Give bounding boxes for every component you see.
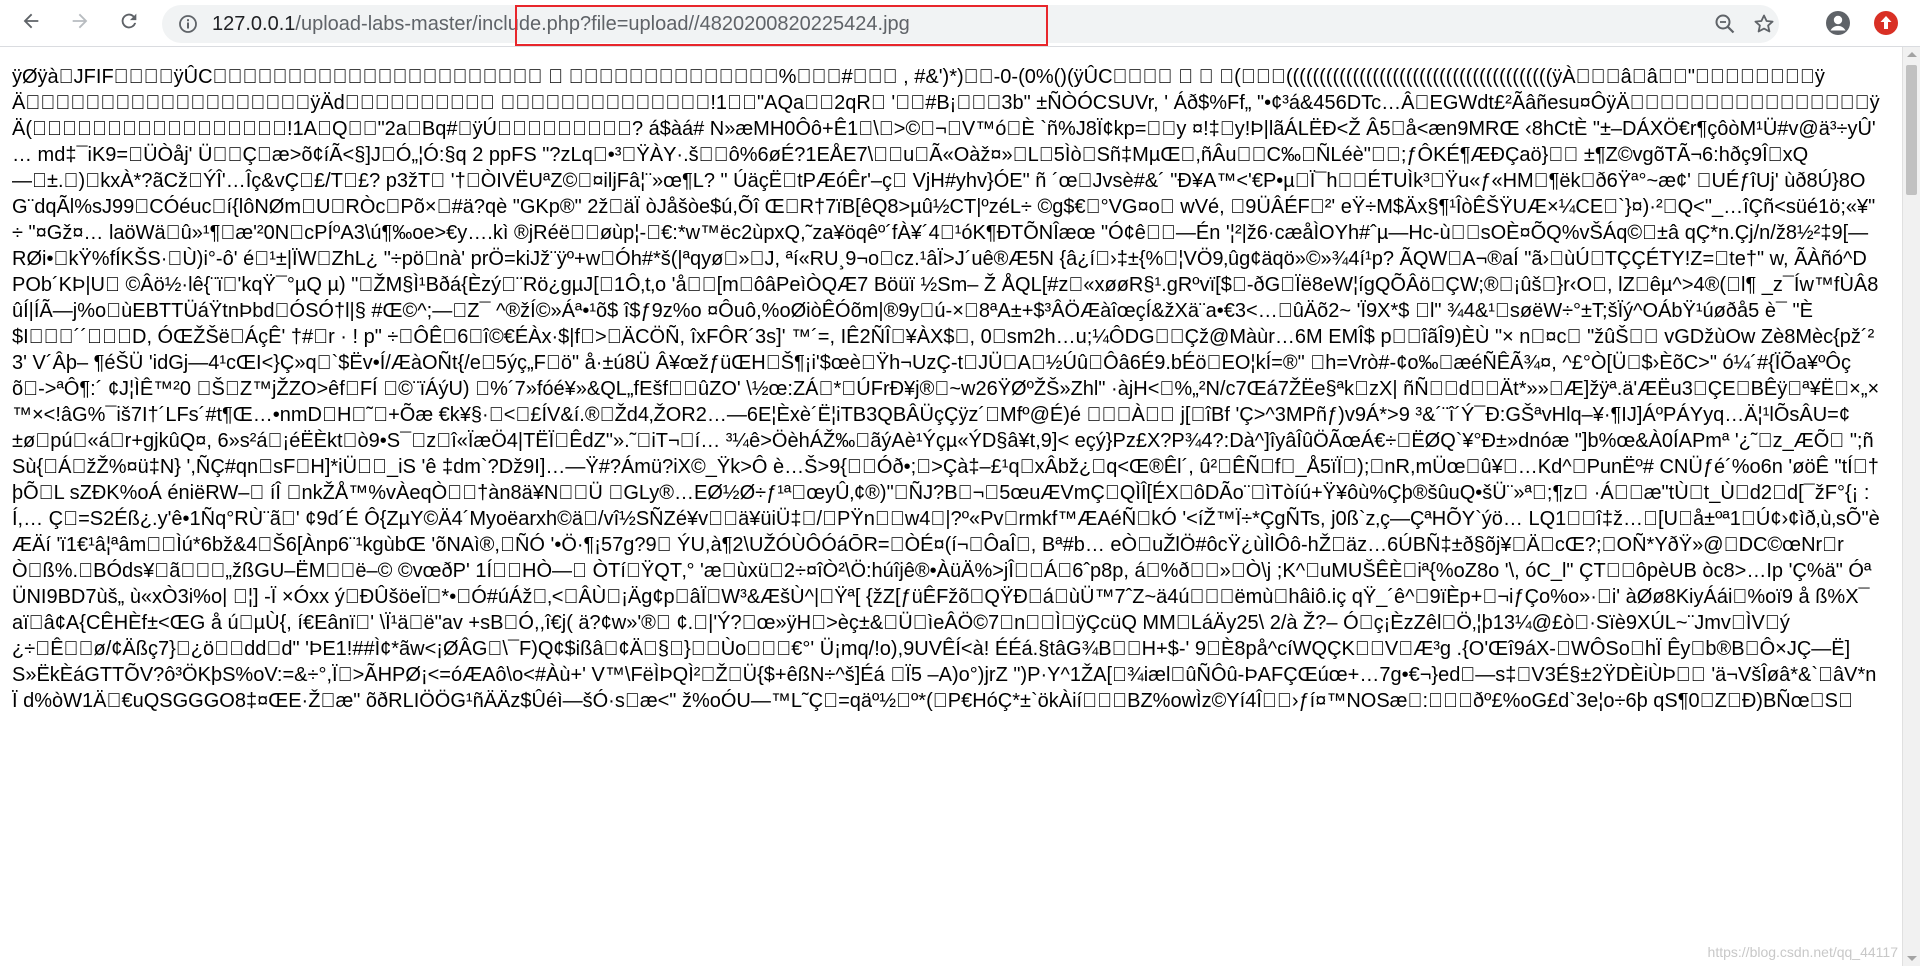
back-arrow-icon: [20, 10, 42, 36]
forward-button[interactable]: [63, 6, 97, 40]
reload-button[interactable]: [112, 6, 146, 40]
profile-icon[interactable]: [1824, 9, 1852, 37]
url-host: 127.0.0.1: [212, 13, 296, 35]
binary-jpg-output: ÿØÿà JFIF    ÿÛC                        …: [12, 66, 1882, 712]
watermark: https://blog.csdn.net/qq_44117: [1707, 944, 1898, 960]
address-bar[interactable]: 127.0.0.1/upload-labs-master/include.php…: [162, 5, 1779, 46]
zoom-icon[interactable]: [1713, 12, 1737, 36]
update-icon[interactable]: [1872, 9, 1900, 37]
scroll-thumb[interactable]: [1906, 65, 1917, 195]
info-icon[interactable]: [178, 14, 198, 34]
browser-toolbar: 127.0.0.1/upload-labs-master/include.php…: [0, 0, 1920, 47]
vertical-scrollbar[interactable]: [1902, 47, 1920, 966]
back-button[interactable]: [14, 6, 48, 40]
scroll-up-icon[interactable]: [1907, 52, 1917, 57]
reload-icon: [118, 10, 140, 36]
forward-arrow-icon: [69, 10, 91, 36]
page-content: ÿØÿà JFIF    ÿÛC                        …: [0, 47, 1902, 966]
scroll-down-icon[interactable]: [1907, 956, 1917, 961]
bookmark-star-icon[interactable]: [1752, 12, 1776, 36]
url-highlight-box: [515, 5, 1048, 46]
